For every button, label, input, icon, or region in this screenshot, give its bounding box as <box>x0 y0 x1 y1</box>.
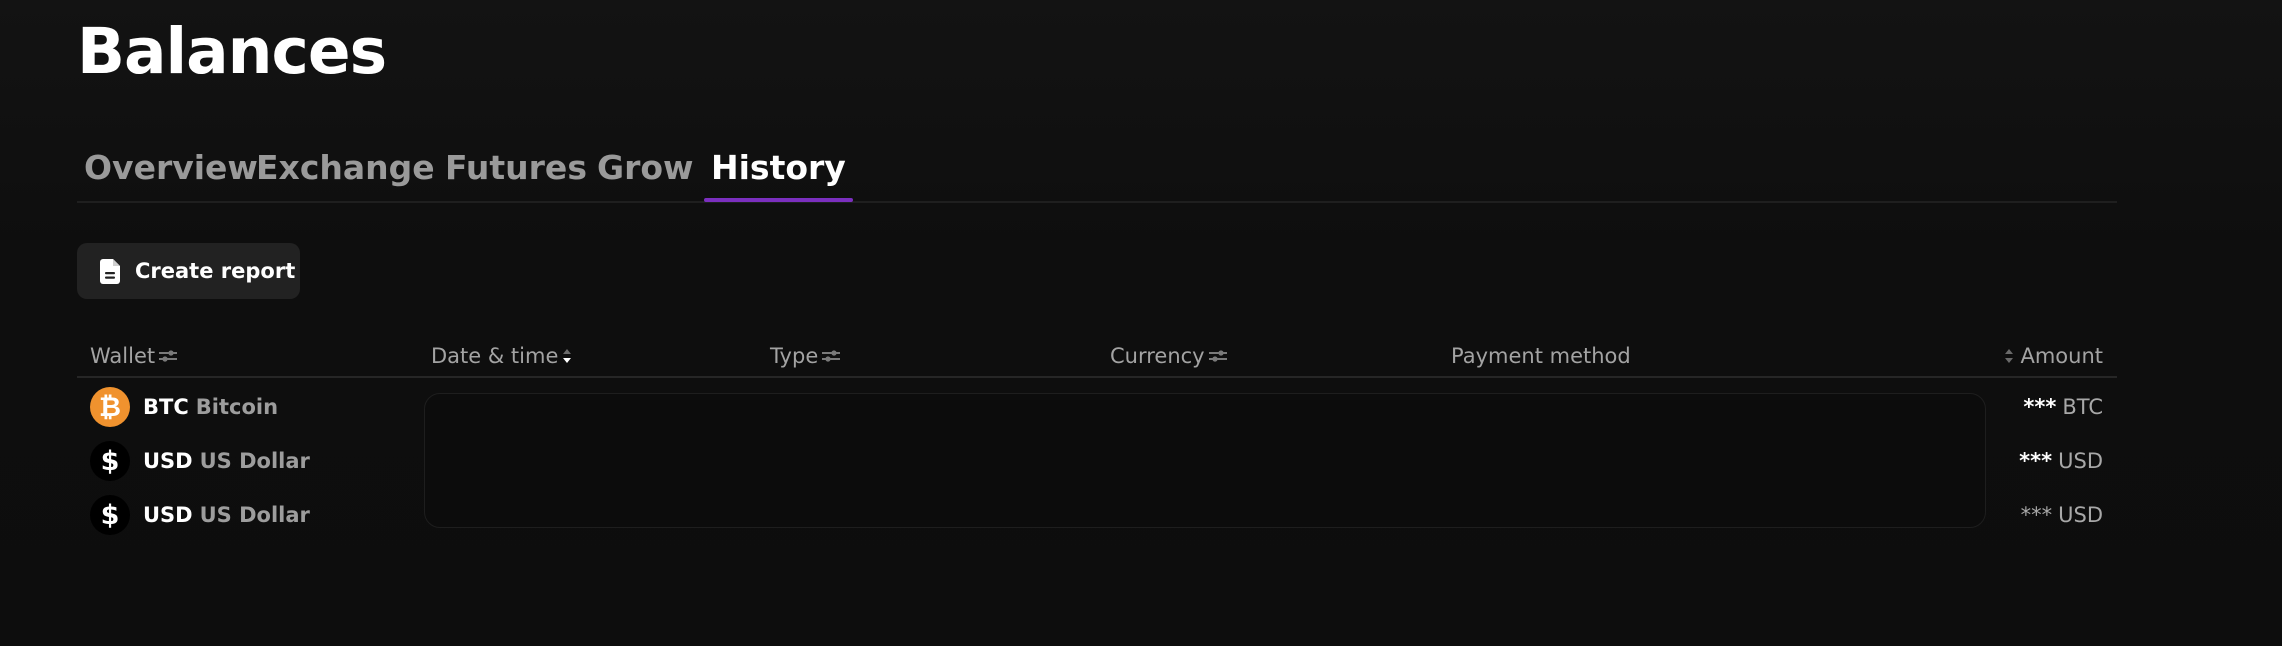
column-wallet[interactable]: Wallet <box>90 344 178 368</box>
bitcoin-icon: ₿ <box>90 387 130 427</box>
balances-tabs: Overview Exchange Futures Grow History <box>77 134 2117 203</box>
amount-mask: *** <box>2020 503 2053 527</box>
document-icon <box>100 258 120 284</box>
filter-icon[interactable] <box>822 349 841 363</box>
amount-unit: USD <box>2058 503 2103 527</box>
sort-icon[interactable] <box>2004 348 2014 364</box>
dollar-icon: $ <box>90 495 130 535</box>
create-report-label: Create report <box>135 259 296 283</box>
tab-futures[interactable]: Futures <box>438 146 594 190</box>
table-header: Wallet Date & time Type Currency Payment… <box>77 340 2117 378</box>
column-amount-label: Amount <box>2020 344 2103 368</box>
wallet-cell: ₿ BTC Bitcoin <box>90 387 278 427</box>
tab-exchange[interactable]: Exchange <box>249 146 442 190</box>
tab-overview[interactable]: Overview <box>77 146 265 190</box>
filter-icon[interactable] <box>159 349 178 363</box>
filter-icon[interactable] <box>1208 349 1227 363</box>
column-date-time-label: Date & time <box>431 344 559 368</box>
dollar-icon: $ <box>90 441 130 481</box>
column-wallet-label: Wallet <box>90 344 156 368</box>
sort-desc-icon[interactable] <box>562 348 572 364</box>
column-currency[interactable]: Currency <box>1110 344 1227 368</box>
column-type[interactable]: Type <box>770 344 841 368</box>
amount-unit: BTC <box>2062 395 2103 419</box>
create-report-button[interactable]: Create report <box>77 243 300 299</box>
tab-grow[interactable]: Grow <box>590 146 701 190</box>
tab-history[interactable]: History <box>704 146 853 202</box>
currency-name: Bitcoin <box>195 395 279 419</box>
currency-name: US Dollar <box>199 449 310 473</box>
currency-name: US Dollar <box>199 503 310 527</box>
column-payment-method-label: Payment method <box>1451 344 1631 368</box>
amount-mask: *** <box>2019 449 2053 473</box>
page-title: Balances <box>77 15 387 88</box>
amount-mask: *** <box>2023 395 2057 419</box>
column-type-label: Type <box>770 344 819 368</box>
amount-unit: USD <box>2058 449 2103 473</box>
amount-cell: *** USD <box>2021 503 2103 527</box>
wallet-cell: $ USD US Dollar <box>90 441 310 481</box>
loading-placeholder <box>424 393 1986 528</box>
amount-cell: *** BTC <box>2023 395 2103 419</box>
amount-cell: *** USD <box>2019 449 2103 473</box>
column-currency-label: Currency <box>1110 344 1205 368</box>
column-date-time[interactable]: Date & time <box>431 344 572 368</box>
currency-code: USD <box>143 503 193 527</box>
currency-code: BTC <box>143 395 189 419</box>
column-payment-method: Payment method <box>1451 344 1631 368</box>
column-amount[interactable]: Amount <box>2004 344 2103 368</box>
wallet-cell: $ USD US Dollar <box>90 495 310 535</box>
currency-code: USD <box>143 449 193 473</box>
